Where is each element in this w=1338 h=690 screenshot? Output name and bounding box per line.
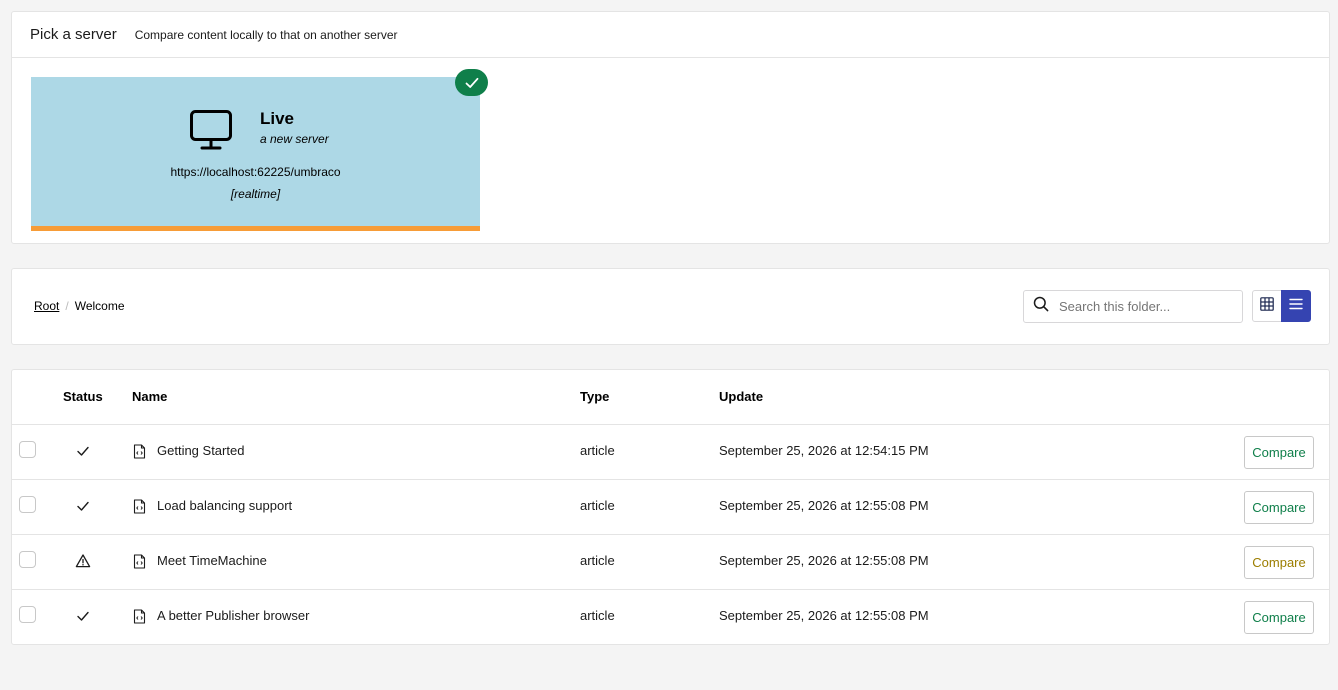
grid-view-button[interactable] (1252, 290, 1282, 322)
table-row[interactable]: A better Publisher browser article Septemb… (12, 590, 1329, 645)
compare-button[interactable]: Compare (1244, 546, 1314, 579)
folder-navigation-panel: Root / Welcome (11, 268, 1330, 345)
row-checkbox[interactable] (19, 441, 36, 458)
row-name[interactable]: A better Publisher browser (157, 608, 309, 623)
row-name[interactable]: Meet TimeMachine (157, 553, 267, 568)
row-name[interactable]: Getting Started (157, 443, 244, 458)
server-picker-header: Pick a server Compare content locally to… (12, 12, 1329, 58)
server-card-live[interactable]: Live a new server https://localhost:6222… (31, 77, 480, 231)
server-mode: [realtime] (230, 187, 281, 201)
server-picker-subtitle: Compare content locally to that on anoth… (134, 27, 398, 42)
content-table: Status Name Type Update Getting Started a… (11, 369, 1330, 645)
table-row[interactable]: Getting Started article September 25, 2026… (12, 425, 1329, 480)
row-type: article (580, 553, 615, 568)
compare-button[interactable]: Compare (1244, 601, 1314, 634)
row-update: September 25, 2026 at 12:54:15 PM (719, 443, 929, 458)
list-view-button[interactable] (1281, 290, 1311, 322)
check-icon (75, 443, 91, 459)
selected-check-icon (455, 69, 488, 96)
row-update: September 25, 2026 at 12:55:08 PM (719, 553, 929, 568)
table-row[interactable]: Load balancing support article September 2… (12, 480, 1329, 535)
row-checkbox[interactable] (19, 606, 36, 623)
row-checkbox[interactable] (19, 496, 36, 513)
warning-icon (75, 553, 91, 569)
compare-button[interactable]: Compare (1244, 491, 1314, 524)
breadcrumb: Root / Welcome (34, 299, 125, 313)
server-picker-panel: Pick a server Compare content locally to… (11, 11, 1330, 244)
header-type: Type (580, 389, 610, 404)
server-description: a new server (260, 132, 329, 146)
table-header: Status Name Type Update (12, 370, 1329, 425)
server-name: Live (260, 109, 295, 128)
header-status: Status (63, 389, 103, 404)
grid-icon (1260, 296, 1274, 316)
list-icon (1289, 297, 1303, 315)
header-name: Name (132, 389, 168, 404)
document-icon (133, 499, 146, 519)
search-box[interactable] (1023, 290, 1243, 323)
monitor-icon (189, 109, 233, 156)
row-type: article (580, 608, 615, 623)
row-type: article (580, 443, 615, 458)
check-icon (75, 498, 91, 514)
table-row[interactable]: Meet TimeMachine article September 25, 202… (12, 535, 1329, 590)
search-icon (1033, 296, 1049, 317)
row-checkbox[interactable] (19, 551, 36, 568)
row-type: article (580, 498, 615, 513)
row-update: September 25, 2026 at 12:55:08 PM (719, 498, 929, 513)
breadcrumb-root-link[interactable]: Root (34, 299, 59, 313)
breadcrumb-separator: / (65, 299, 69, 313)
breadcrumb-current: Welcome (74, 299, 125, 313)
document-icon (133, 554, 146, 574)
row-name[interactable]: Load balancing support (157, 498, 292, 513)
row-update: September 25, 2026 at 12:55:08 PM (719, 608, 929, 623)
compare-button[interactable]: Compare (1244, 436, 1314, 469)
document-icon (133, 609, 146, 629)
document-icon (133, 444, 146, 464)
check-icon (75, 608, 91, 624)
server-url: https://localhost:62225/umbraco (170, 165, 341, 179)
search-input[interactable] (1057, 298, 1232, 315)
server-picker-title: Pick a server (30, 26, 117, 43)
header-update: Update (719, 389, 764, 404)
